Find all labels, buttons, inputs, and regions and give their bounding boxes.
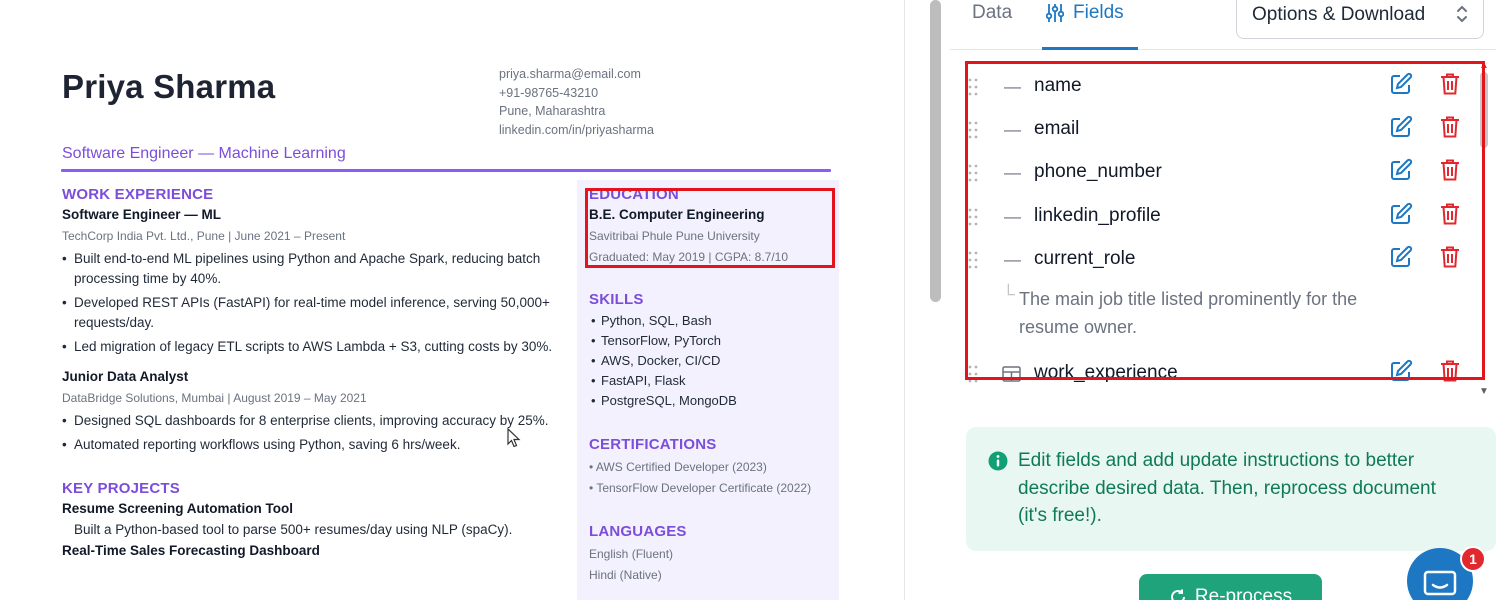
active-tab-indicator xyxy=(1042,47,1138,50)
certification-item: • TensorFlow Developer Certificate (2022… xyxy=(589,481,812,495)
job-meta: DataBridge Solutions, Mumbai | August 20… xyxy=(62,391,367,405)
skill-item: Python, SQL, Bash xyxy=(589,313,834,328)
fields-highlight-box xyxy=(965,61,1485,380)
resume-preview: Priya Sharma priya.sharma@email.com +91-… xyxy=(0,0,905,600)
tab-fields-label: Fields xyxy=(1073,2,1124,23)
project-title: Real-Time Sales Forecasting Dashboard xyxy=(62,543,320,558)
reprocess-label: Re-process xyxy=(1194,586,1293,600)
title-divider xyxy=(61,169,831,172)
contact-phone: +91-98765-43210 xyxy=(499,85,599,100)
certifications-heading: CERTIFICATIONS xyxy=(589,436,717,453)
key-projects-heading: KEY PROJECTS xyxy=(62,480,180,497)
language-item: Hindi (Native) xyxy=(589,568,662,582)
skill-item: FastAPI, Flask xyxy=(589,373,834,388)
resume-name: Priya Sharma xyxy=(62,68,276,105)
info-message: Edit fields and add update instructions … xyxy=(1018,450,1436,526)
resume-contact: priya.sharma@email.com +91-98765-43210 P… xyxy=(499,65,654,139)
job-bullet: Automated reporting workflows using Pyth… xyxy=(62,435,572,455)
contact-email: priya.sharma@email.com xyxy=(499,67,641,81)
project-description: Built a Python-based tool to parse 500+ … xyxy=(74,522,513,537)
preview-scrollbar[interactable] xyxy=(930,0,941,302)
panel-tabs: Data Fields Options & Download xyxy=(950,0,1496,50)
scroll-down-arrow-icon[interactable]: ▼ xyxy=(1479,386,1489,397)
notification-badge: 1 xyxy=(1460,546,1486,572)
refresh-icon xyxy=(1170,589,1185,600)
contact-linkedin: linkedin.com/in/priyasharma xyxy=(499,122,654,137)
skill-item: AWS, Docker, CI/CD xyxy=(589,353,834,368)
certification-item: • AWS Certified Developer (2023) xyxy=(589,460,767,474)
sliders-icon xyxy=(1046,4,1064,22)
app-root: Priya Sharma priya.sharma@email.com +91-… xyxy=(0,0,1500,600)
skill-item: TensorFlow, PyTorch xyxy=(589,333,834,348)
skills-heading: SKILLS xyxy=(589,291,644,308)
job-title: Junior Data Analyst xyxy=(62,369,189,384)
job-bullet: Developed REST APIs (FastAPI) for real-t… xyxy=(62,293,572,333)
contact-location: Pune, Maharashtra xyxy=(499,104,606,118)
job-bullet: Designed SQL dashboards for 8 enterprise… xyxy=(62,411,572,431)
options-download-label: Options & Download xyxy=(1252,3,1426,25)
languages-heading: LANGUAGES xyxy=(589,523,687,540)
job-bullet: Built end-to-end ML pipelines using Pyth… xyxy=(62,249,572,289)
fields-panel: Data Fields Options & Download — name — … xyxy=(950,0,1500,600)
work-experience-heading: WORK EXPERIENCE xyxy=(62,186,214,203)
reprocess-button[interactable]: Re-process xyxy=(1139,574,1322,600)
job-meta: TechCorp India Pvt. Ltd., Pune | June 20… xyxy=(62,229,346,243)
resume-main-column: WORK EXPERIENCE Software Engineer — ML T… xyxy=(62,186,572,558)
info-icon xyxy=(988,451,1008,471)
tab-data[interactable]: Data xyxy=(972,2,1012,24)
options-download-select[interactable]: Options & Download xyxy=(1236,0,1484,39)
chevron-up-down-icon xyxy=(1457,5,1467,23)
language-item: English (Fluent) xyxy=(589,547,674,561)
education-highlight-box xyxy=(585,188,835,268)
project-title: Resume Screening Automation Tool xyxy=(62,501,294,516)
mouse-cursor-icon xyxy=(507,428,521,448)
pane-divider[interactable] xyxy=(904,0,905,600)
resume-role-title: Software Engineer — Machine Learning xyxy=(62,145,346,162)
info-callout: Edit fields and add update instructions … xyxy=(966,427,1496,551)
tab-fields[interactable]: Fields xyxy=(1046,2,1124,24)
skill-item: PostgreSQL, MongoDB xyxy=(589,393,834,408)
job-title: Software Engineer — ML xyxy=(62,207,222,222)
job-bullet: Led migration of legacy ETL scripts to A… xyxy=(62,337,572,357)
